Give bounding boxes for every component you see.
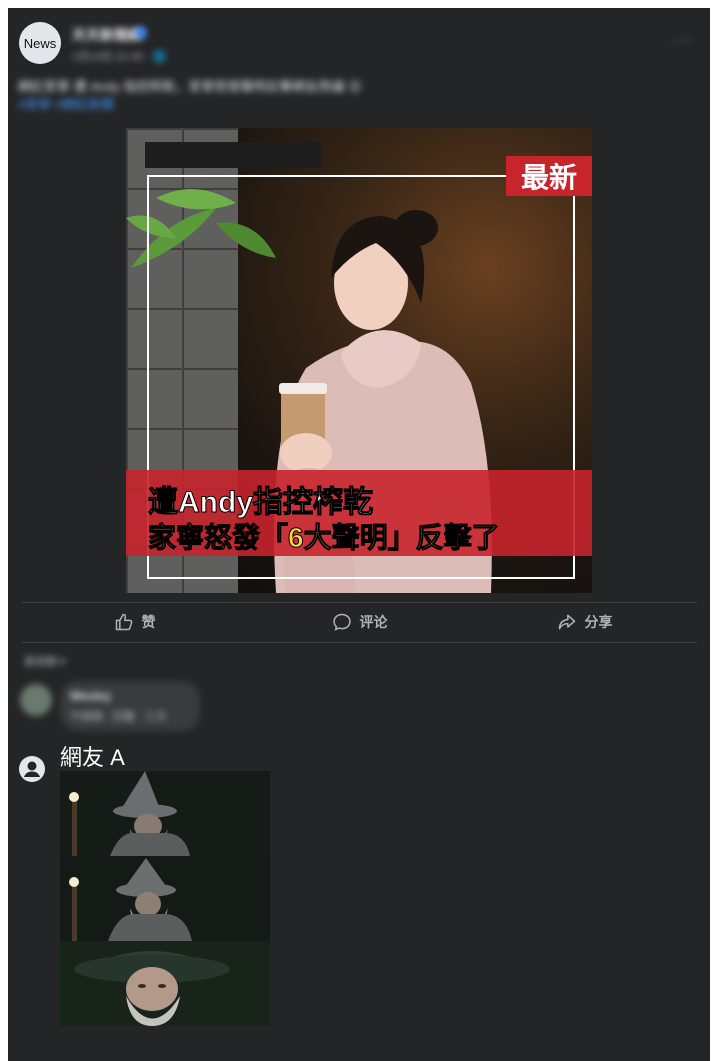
verified-badge-icon	[136, 27, 147, 38]
headline-line-1: 遭Andy指控榨乾	[148, 486, 374, 520]
share-icon	[558, 614, 575, 630]
screenshot: News 天天新聞網 1月14日 21:40 · 🌐 ··· 網紅家寧 遭 An…	[8, 8, 710, 1061]
redacted-bar	[145, 142, 321, 168]
post-image[interactable]: 最新 遭Andy指控榨乾 家寧怒發「6大聲明」反擊了	[126, 128, 592, 593]
thumbs-up-icon	[115, 613, 132, 631]
meme-panel-3	[60, 941, 270, 1026]
caption-text: 網紅家寧 遭 Andy 指控榨乾，家寧怒發聲明反擊網友熱議 😮	[18, 79, 362, 94]
meme-panel-2	[60, 856, 270, 941]
comment-sort-dropdown[interactable]: 最相關 ▾	[24, 653, 66, 669]
comment-label: 评论	[359, 614, 388, 630]
meme-panel-1	[60, 771, 270, 856]
avatar-label: News	[23, 35, 57, 51]
divider-top	[22, 602, 697, 603]
latest-badge: 最新	[506, 156, 592, 196]
comment-button[interactable]: 评论	[247, 604, 472, 640]
commenter-avatar[interactable]	[20, 684, 52, 716]
more-options-icon[interactable]: ···	[673, 32, 692, 50]
post-caption: 網紅家寧 遭 Andy 指控榨乾，家寧怒發聲明反擊網友熱議 😮 #家寧 #網紅新…	[18, 78, 678, 114]
page-name[interactable]: 天天新聞網	[72, 25, 142, 45]
caption-hashtags[interactable]: #家寧 #網紅新聞	[18, 97, 114, 112]
commenter-name[interactable]: Wesley	[70, 689, 111, 703]
page-avatar[interactable]: News	[19, 22, 61, 64]
post-timestamp[interactable]: 1月14日 21:40 · 🌐	[72, 48, 166, 64]
post-header: News 天天新聞網 1月14日 21:40 · 🌐 ··· 網紅家寧 遭 An…	[8, 8, 710, 128]
share-button[interactable]: 分享	[472, 604, 697, 640]
comment-icon	[332, 613, 351, 631]
share-label: 分享	[584, 614, 613, 630]
comment-text: 不錯喔 · 回覆 · 三天	[70, 711, 167, 723]
headline-line-2: 家寧怒發「6大聲明」反擊了	[148, 522, 501, 554]
like-button[interactable]: 赞	[22, 604, 247, 640]
divider-bottom	[22, 642, 697, 643]
user-avatar-icon[interactable]	[19, 756, 45, 782]
post-actions: 赞 评论 分享	[22, 604, 697, 640]
reply-user-name[interactable]: 網友 A	[60, 740, 125, 772]
gandalf-meme-image[interactable]	[60, 771, 270, 1026]
like-label: 赞	[141, 614, 156, 630]
